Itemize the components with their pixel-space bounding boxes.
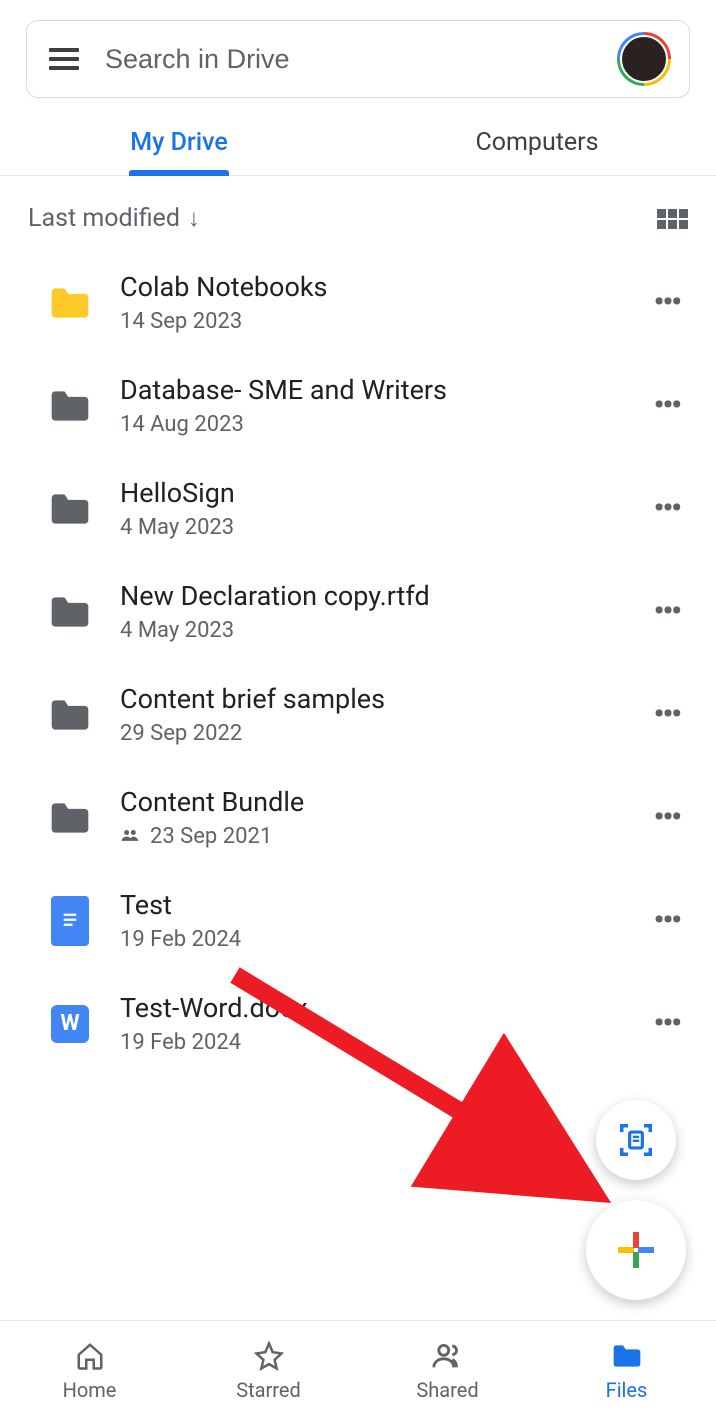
file-text: Colab Notebooks 14 Sep 2023 — [120, 271, 618, 334]
menu-icon[interactable] — [45, 44, 83, 74]
more-options-button[interactable]: ••• — [646, 380, 688, 431]
file-date: 23 Sep 2021 — [150, 824, 272, 849]
plus-icon — [618, 1232, 654, 1268]
fab-container — [586, 1100, 686, 1300]
more-options-button[interactable]: ••• — [646, 792, 688, 843]
file-name: Test-Word.docx — [120, 992, 618, 1024]
file-row[interactable]: Test 19 Feb 2024 ••• — [0, 869, 716, 972]
folder-icon — [48, 695, 92, 735]
nav-shared[interactable]: Shared — [358, 1321, 537, 1420]
file-name: Test — [120, 889, 618, 921]
more-options-button[interactable]: ••• — [646, 483, 688, 534]
file-text: Test 19 Feb 2024 — [120, 889, 618, 952]
sort-button[interactable]: Last modified ↓ — [28, 204, 200, 233]
people-icon — [431, 1340, 465, 1372]
file-name: Colab Notebooks — [120, 271, 618, 303]
bottom-nav: Home Starred Shared Files — [0, 1320, 716, 1420]
file-row[interactable]: HelloSign 4 May 2023 ••• — [0, 457, 716, 560]
more-options-button[interactable]: ••• — [646, 277, 688, 328]
file-text: Test-Word.docx 19 Feb 2024 — [120, 992, 618, 1055]
tab-computers[interactable]: Computers — [358, 120, 716, 175]
nav-label: Starred — [236, 1378, 301, 1402]
sort-row: Last modified ↓ — [0, 176, 716, 251]
file-name: Content brief samples — [120, 683, 618, 715]
nav-label: Shared — [416, 1378, 478, 1402]
file-row[interactable]: Content brief samples 29 Sep 2022 ••• — [0, 663, 716, 766]
file-text: HelloSign 4 May 2023 — [120, 477, 618, 540]
sort-label: Last modified — [28, 204, 180, 233]
file-meta: 14 Sep 2023 — [120, 309, 618, 334]
folder-icon — [48, 489, 92, 529]
nav-label: Files — [606, 1378, 648, 1402]
folder-icon — [48, 592, 92, 632]
account-avatar[interactable] — [617, 32, 671, 86]
nav-label: Home — [63, 1378, 117, 1402]
file-text: New Declaration copy.rtfd 4 May 2023 — [120, 580, 618, 643]
file-date: 19 Feb 2024 — [120, 927, 241, 952]
file-text: Content Bundle 23 Sep 2021 — [120, 786, 618, 849]
file-meta: 19 Feb 2024 — [120, 927, 618, 952]
file-row[interactable]: Database- SME and Writers 14 Aug 2023 ••• — [0, 354, 716, 457]
file-meta: 4 May 2023 — [120, 515, 618, 540]
file-meta: 4 May 2023 — [120, 618, 618, 643]
scan-button[interactable] — [596, 1100, 676, 1180]
nav-starred[interactable]: Starred — [179, 1321, 358, 1420]
word-doc-icon: W — [48, 1004, 92, 1044]
file-date: 4 May 2023 — [120, 618, 234, 643]
file-list: Colab Notebooks14 Sep 2023•••Database- S… — [0, 251, 716, 1075]
more-options-button[interactable]: ••• — [646, 998, 688, 1049]
folder-icon — [48, 283, 92, 323]
file-name: HelloSign — [120, 477, 618, 509]
google-doc-icon — [48, 901, 92, 941]
more-options-button[interactable]: ••• — [646, 586, 688, 637]
nav-files[interactable]: Files — [537, 1321, 716, 1420]
file-meta: 14 Aug 2023 — [120, 412, 618, 437]
file-name: Content Bundle — [120, 786, 618, 818]
search-input[interactable] — [105, 44, 595, 75]
add-new-button[interactable] — [586, 1200, 686, 1300]
folder-icon — [48, 798, 92, 838]
file-date: 14 Sep 2023 — [120, 309, 242, 334]
tabs: My Drive Computers — [0, 120, 716, 176]
file-date: 19 Feb 2024 — [120, 1030, 241, 1055]
file-row[interactable]: Colab Notebooks 14 Sep 2023 ••• — [0, 251, 716, 354]
more-options-button[interactable]: ••• — [646, 689, 688, 740]
file-row[interactable]: New Declaration copy.rtfd 4 May 2023 ••• — [0, 560, 716, 663]
nav-home[interactable]: Home — [0, 1321, 179, 1420]
file-row[interactable]: W Test-Word.docx 19 Feb 2024 ••• — [0, 972, 716, 1075]
file-date: 29 Sep 2022 — [120, 721, 242, 746]
file-name: Database- SME and Writers — [120, 374, 618, 406]
file-meta: 19 Feb 2024 — [120, 1030, 618, 1055]
file-date: 4 May 2023 — [120, 515, 234, 540]
arrow-down-icon: ↓ — [188, 204, 200, 233]
file-date: 14 Aug 2023 — [120, 412, 244, 437]
folder-icon — [48, 386, 92, 426]
file-meta: 29 Sep 2022 — [120, 721, 618, 746]
file-row[interactable]: Content Bundle 23 Sep 2021 ••• — [0, 766, 716, 869]
view-grid-toggle[interactable] — [657, 209, 688, 229]
star-icon — [254, 1340, 284, 1372]
shared-icon — [120, 824, 140, 849]
file-meta: 23 Sep 2021 — [120, 824, 618, 849]
file-name: New Declaration copy.rtfd — [120, 580, 618, 612]
home-icon — [75, 1340, 105, 1372]
folder-icon — [611, 1340, 643, 1372]
file-text: Database- SME and Writers 14 Aug 2023 — [120, 374, 618, 437]
tab-my-drive[interactable]: My Drive — [0, 120, 358, 175]
file-text: Content brief samples 29 Sep 2022 — [120, 683, 618, 746]
scan-icon — [617, 1121, 655, 1159]
more-options-button[interactable]: ••• — [646, 895, 688, 946]
search-bar — [26, 20, 690, 98]
